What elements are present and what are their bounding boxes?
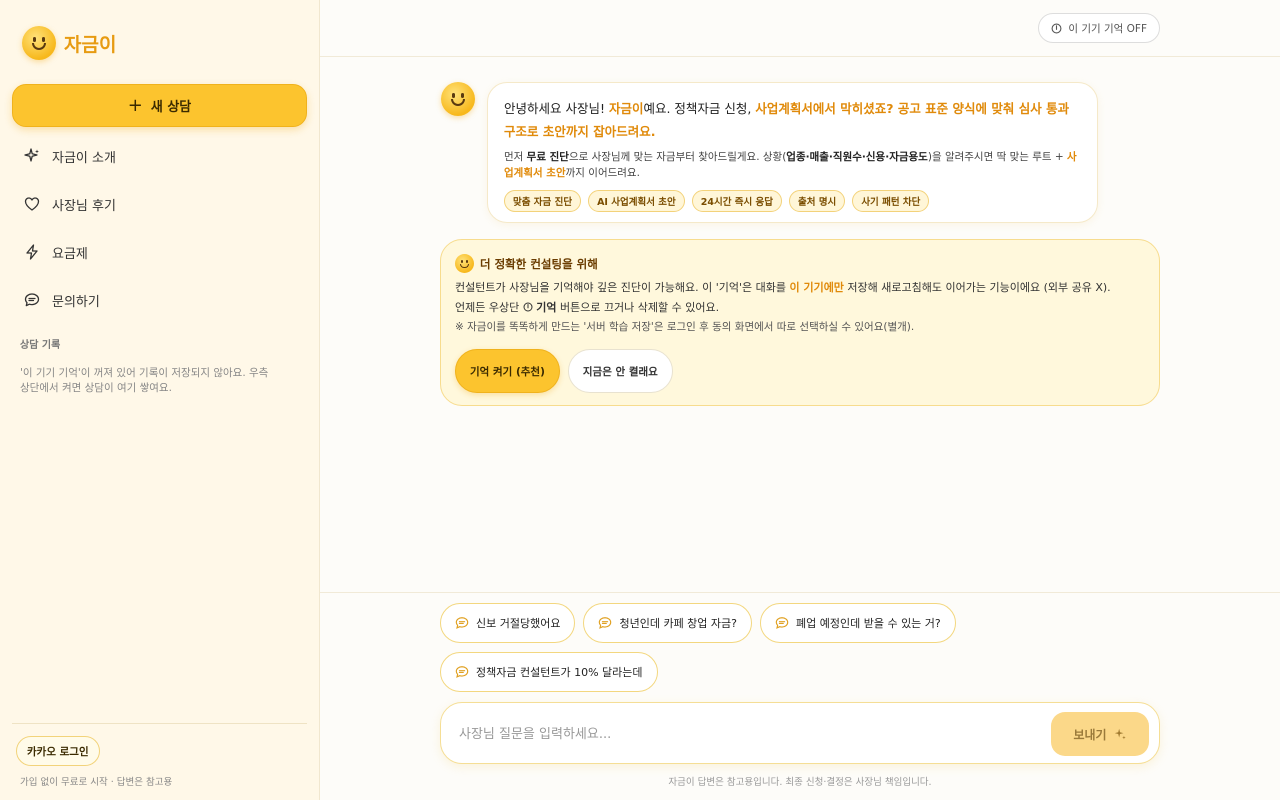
chat-icon xyxy=(599,617,612,629)
suggestion-chip[interactable]: 신보 거절당했어요 xyxy=(440,603,576,643)
memory-toggle-button[interactable]: 이 기기 기억 OFF xyxy=(1038,13,1160,43)
message-composer: 보내기 xyxy=(440,702,1160,764)
chat-icon xyxy=(455,666,469,678)
kakao-login-button[interactable]: 카카오 로그인 xyxy=(16,736,100,766)
send-label: 보내기 xyxy=(1073,727,1107,742)
bot-avatar xyxy=(441,82,475,116)
card-title: 더 정확한 컨설팅을 위해 xyxy=(480,256,598,271)
text: 저장해 새로고침해도 이어가는 기능이에요 (외부 공유 X). xyxy=(843,281,1111,294)
sparkle-icon xyxy=(24,148,39,162)
enable-memory-button[interactable]: 기억 켜기 (추천) xyxy=(455,349,560,393)
plus-icon: + xyxy=(127,94,143,116)
divider xyxy=(12,723,307,724)
heart-icon xyxy=(24,197,40,211)
suggestion-label: 청년인데 카페 창업 자금? xyxy=(619,617,737,630)
suggestion-chip[interactable]: 청년인데 카페 창업 자금? xyxy=(583,603,752,643)
highlight-text: 이 기기에만 xyxy=(789,281,844,294)
sidebar-item-reviews[interactable]: 사장님 후기 xyxy=(12,180,307,228)
send-button[interactable]: 보내기 xyxy=(1051,712,1149,756)
disclaimer-text: 자금이 답변은 참고용입니다. 최종 신청·결정은 사장님 책임입니다. xyxy=(668,777,932,788)
suggestion-chip[interactable]: 정책자금 컨설턴트가 10% 달라는데 xyxy=(440,652,658,692)
text: 예요. 정책자금 신청, xyxy=(643,101,756,116)
feature-chips: 맞춤 자금 진단 AI 사업계획서 초안 24시간 즉시 응답 출처 명시 사기… xyxy=(504,190,1081,212)
feature-chip: AI 사업계획서 초안 xyxy=(588,190,685,212)
sidebar: 자금이 + 새 상담 자금이 소개 사장님 후기 요금제 문의하기 상담 기록 … xyxy=(0,0,320,800)
history-title: 상담 기록 xyxy=(20,340,61,351)
sparkle-icon xyxy=(1114,728,1126,740)
suggestion-chip[interactable]: 폐업 예정인데 받을 수 있는 거? xyxy=(760,603,956,643)
greeting-lead: 안녕하세요 사장님! 자금이예요. 정책자금 신청, 사업계획서에서 막히셨죠?… xyxy=(504,97,1081,143)
brand-highlight: 자금이 xyxy=(608,101,644,116)
memory-toggle-label: 이 기기 기억 OFF xyxy=(1068,22,1147,35)
greeting-message: 안녕하세요 사장님! 자금이예요. 정책자금 신청, 사업계획서에서 막히셨죠?… xyxy=(487,82,1098,223)
history-empty-text: '이 기기 기억'이 꺼져 있어 기록이 저장되지 않아요. 우측 상단에서 켜… xyxy=(20,367,269,394)
text: 컨설턴트가 사장님을 기억해야 깊은 진단이 가능해요. 이 '기억'은 대화를 xyxy=(455,281,790,294)
decline-memory-button[interactable]: 지금은 안 켤래요 xyxy=(567,349,673,393)
new-chat-label: 새 상담 xyxy=(150,100,192,115)
bold-text: 업종·매출·직원수·신용·자금용도 xyxy=(786,151,928,163)
sidebar-item-label: 요금제 xyxy=(52,246,88,262)
text: 버튼으로 끄거나 삭제할 수 있어요. xyxy=(556,301,720,314)
memory-consent-card: 더 정확한 컨설팅을 위해 컨설턴트가 사장님을 기억해야 깊은 진단이 가능해… xyxy=(440,239,1160,406)
card-title-row: 더 정확한 컨설팅을 위해 xyxy=(455,254,1145,273)
text: 으로 사장님께 맞는 자금부터 찾아드릴게요. 상황( xyxy=(568,151,787,163)
brand-name: 자금이 xyxy=(64,33,117,56)
brand[interactable]: 자금이 xyxy=(22,26,116,60)
suggestion-label: 정책자금 컨설턴트가 10% 달라는데 xyxy=(476,666,643,679)
chat-icon xyxy=(24,293,40,307)
text: )을 알려주시면 딱 맞는 루트 + xyxy=(927,151,1068,163)
power-icon xyxy=(1051,23,1062,33)
greeting-sub: 먼저 무료 진단으로 사장님께 맞는 자금부터 찾아드릴게요. 상황(업종·매출… xyxy=(504,149,1081,181)
text: 언제든 우상단 xyxy=(455,301,523,314)
card-actions: 기억 켜기 (추천) 지금은 안 켤래요 xyxy=(455,349,1145,393)
smiley-logo-icon xyxy=(22,26,56,60)
power-icon xyxy=(523,302,533,312)
top-bar: 이 기기 기억 OFF xyxy=(320,0,1280,57)
sidebar-footer-text: 가입 없이 무료로 시작 · 답변은 참고용 xyxy=(20,777,173,788)
sidebar-nav: 자금이 소개 사장님 후기 요금제 문의하기 xyxy=(12,132,307,324)
suggestion-label: 폐업 예정인데 받을 수 있는 거? xyxy=(796,617,941,630)
feature-chip: 맞춤 자금 진단 xyxy=(504,190,582,212)
card-line-2: 언제든 우상단 기억 버튼으로 끄거나 삭제할 수 있어요. xyxy=(455,298,1145,318)
bold-text: 기억 xyxy=(536,301,557,314)
chat-icon xyxy=(455,617,469,629)
suggestion-list: 신보 거절당했어요 청년인데 카페 창업 자금? 폐업 예정인데 받을 수 있는… xyxy=(440,603,1160,692)
smiley-icon xyxy=(455,254,474,273)
card-line-1: 컨설턴트가 사장님을 기억해야 깊은 진단이 가능해요. 이 '기억'은 대화를… xyxy=(455,278,1145,298)
bold-text: 무료 진단 xyxy=(526,151,569,163)
bolt-icon xyxy=(26,244,38,260)
message-input[interactable] xyxy=(459,719,1039,749)
chat-icon xyxy=(775,617,789,629)
text: 안녕하세요 사장님! xyxy=(504,101,609,116)
sidebar-item-intro[interactable]: 자금이 소개 xyxy=(12,132,307,180)
feature-chip: 출처 명시 xyxy=(789,190,846,212)
feature-chip: 24시간 즉시 응답 xyxy=(691,190,783,212)
sidebar-item-label: 자금이 소개 xyxy=(52,150,116,166)
new-chat-button[interactable]: + 새 상담 xyxy=(12,84,307,127)
text: 까지 이어드려요. xyxy=(565,167,640,179)
sidebar-item-label: 문의하기 xyxy=(52,294,100,310)
sidebar-item-label: 사장님 후기 xyxy=(52,198,116,214)
suggestion-label: 신보 거절당했어요 xyxy=(476,617,561,630)
sidebar-item-contact[interactable]: 문의하기 xyxy=(12,276,307,324)
feature-chip: 사기 패턴 차단 xyxy=(852,190,930,212)
text: 먼저 xyxy=(504,151,527,163)
card-note: ※ 자금이를 똑똑하게 만드는 '서버 학습 저장'은 로그인 후 동의 화면에… xyxy=(455,321,915,333)
sidebar-item-pricing[interactable]: 요금제 xyxy=(12,228,307,276)
